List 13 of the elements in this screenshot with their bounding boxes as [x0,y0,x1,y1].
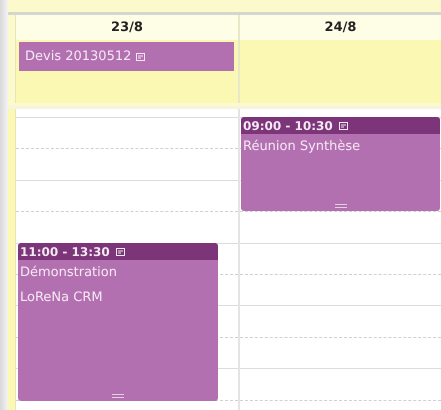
event-card[interactable]: 09:00 - 10:30 Réunion Synthèse [241,117,440,211]
note-icon [136,52,146,60]
note-icon [338,122,348,130]
day-header: 24/8 [240,15,441,40]
note-icon [116,248,125,256]
resize-handle-icon[interactable] [112,394,124,398]
day-header: 23/8 [16,15,238,40]
event-title: Démonstration LoReNa CRM [19,264,118,307]
event-time: 11:00 - 13:30 [20,244,110,260]
event-title: Réunion Synthèse [242,138,362,156]
resize-handle-icon[interactable] [334,204,346,208]
event-card[interactable]: 11:00 - 13:30 Démonstration LoReNa CRM [18,243,218,401]
event-time: 09:00 - 10:30 [243,118,333,134]
